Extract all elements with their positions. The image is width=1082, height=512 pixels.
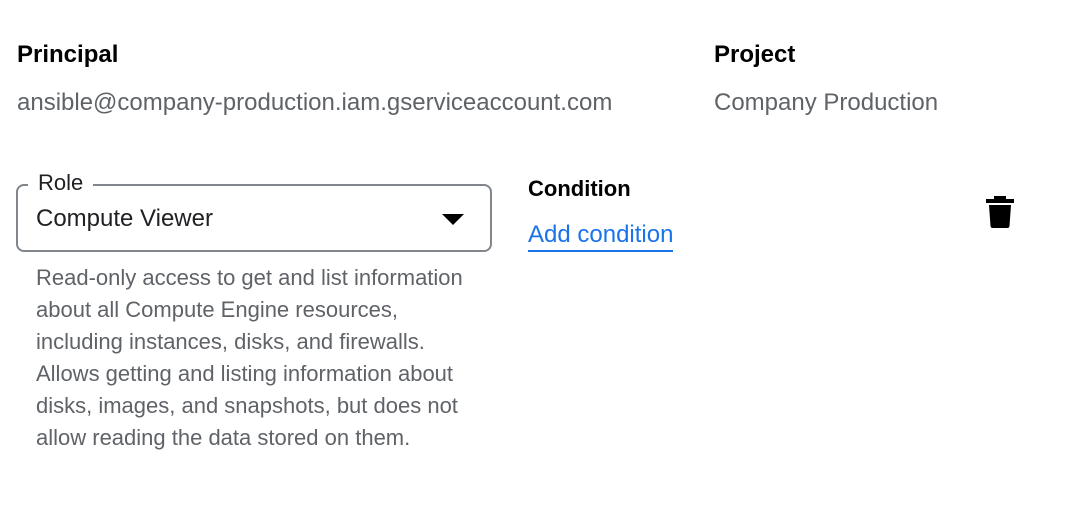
principal-label: Principal (17, 41, 119, 68)
condition-label: Condition (528, 176, 631, 201)
trash-icon (986, 196, 1014, 228)
role-label: Role (28, 169, 94, 197)
delete-button[interactable] (986, 196, 1014, 228)
role-description: Read-only access to get and list informa… (36, 265, 463, 450)
project-value: Company Production (714, 89, 939, 116)
add-condition-link[interactable]: Add condition (528, 220, 674, 252)
project-label: Project (714, 41, 796, 68)
role-selected-value: Compute Viewer (36, 205, 213, 232)
chevron-down-icon (442, 214, 464, 225)
role-select[interactable]: Role Compute Viewer (16, 169, 492, 252)
principal-value: ansible@company-production.iam.gservicea… (17, 89, 613, 116)
